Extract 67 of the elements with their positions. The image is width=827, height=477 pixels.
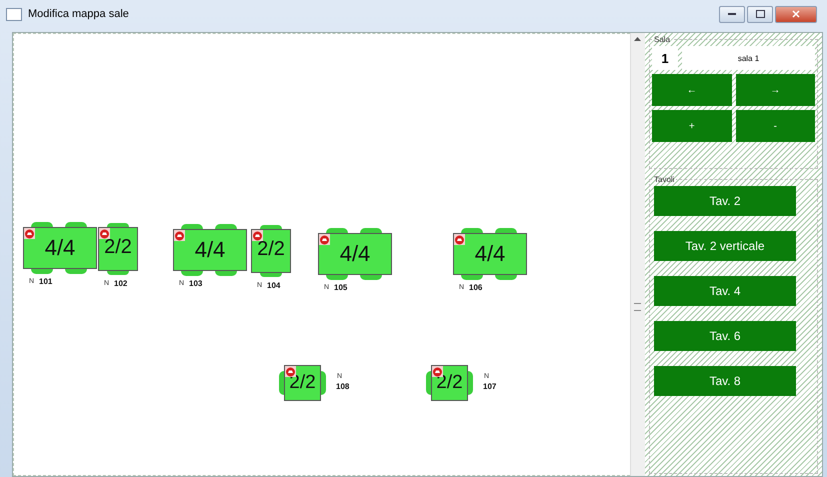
chair xyxy=(31,222,53,227)
bell-icon xyxy=(454,234,465,245)
chair xyxy=(181,271,203,276)
bell-icon xyxy=(174,230,185,241)
maximize-button[interactable] xyxy=(747,6,773,22)
chair xyxy=(326,275,348,280)
minimize-icon xyxy=(728,12,736,16)
room-button[interactable]: + xyxy=(652,110,732,142)
chair xyxy=(461,275,483,280)
bell-icon xyxy=(319,234,330,245)
room-button[interactable]: → xyxy=(736,74,815,106)
group-title: Sala xyxy=(653,35,672,44)
table-number: 104 xyxy=(267,281,280,290)
chair xyxy=(215,271,237,276)
scroll-up-icon xyxy=(634,37,641,41)
chair xyxy=(495,275,517,280)
chair xyxy=(360,228,382,233)
minimize-button[interactable] xyxy=(719,6,745,22)
table[interactable]: 4/4 xyxy=(318,233,392,275)
table[interactable]: 4/4 xyxy=(23,227,97,269)
chair xyxy=(426,371,431,395)
chair xyxy=(31,269,53,274)
chair xyxy=(279,371,284,395)
chair xyxy=(360,275,382,280)
table-number: 102 xyxy=(114,279,128,288)
bell-icon xyxy=(252,230,263,241)
chair xyxy=(107,223,129,227)
bell-icon xyxy=(99,228,110,239)
add-table-button[interactable]: Tav. 6 xyxy=(654,321,796,351)
table[interactable]: 2/2 xyxy=(251,229,291,273)
table-number: 103 xyxy=(189,279,202,288)
chair xyxy=(215,224,237,229)
table-number: 107 xyxy=(483,382,496,391)
chair xyxy=(321,371,326,395)
room-button[interactable]: - xyxy=(736,110,815,142)
chair xyxy=(65,222,87,227)
table-number: 105 xyxy=(334,283,348,292)
close-icon xyxy=(792,10,800,18)
table[interactable]: 2/2 xyxy=(98,227,138,271)
add-table-button[interactable]: Tav. 8 xyxy=(654,366,796,396)
window-icon xyxy=(6,8,22,20)
room-button[interactable]: ← xyxy=(652,74,732,106)
chair xyxy=(181,224,203,229)
chair xyxy=(326,228,348,233)
close-button[interactable] xyxy=(775,6,817,22)
chair xyxy=(468,371,473,395)
table[interactable]: 4/4 xyxy=(453,233,527,275)
table-number: 106 xyxy=(469,283,482,292)
bell-icon xyxy=(24,228,35,239)
window-title: Modifica mappa sale xyxy=(28,8,129,20)
chair xyxy=(107,271,129,275)
room-number-field[interactable]: 1 xyxy=(652,46,678,70)
table[interactable]: 4/4 xyxy=(173,229,247,271)
room-name-field[interactable]: sala 1 xyxy=(682,46,815,70)
chair xyxy=(260,225,282,229)
group-title: Tavoli xyxy=(653,175,676,184)
chair xyxy=(65,269,87,274)
chair xyxy=(461,228,483,233)
chair xyxy=(495,228,517,233)
maximize-icon xyxy=(756,10,764,18)
add-table-button[interactable]: Tav. 2 xyxy=(654,186,796,216)
scrollbar[interactable] xyxy=(630,33,645,476)
add-table-button[interactable]: Tav. 2 verticale xyxy=(654,231,796,261)
chair xyxy=(260,273,282,277)
add-table-button[interactable]: Tav. 4 xyxy=(654,276,796,306)
table-number: 108 xyxy=(336,382,350,391)
table-number: 101 xyxy=(39,277,52,286)
